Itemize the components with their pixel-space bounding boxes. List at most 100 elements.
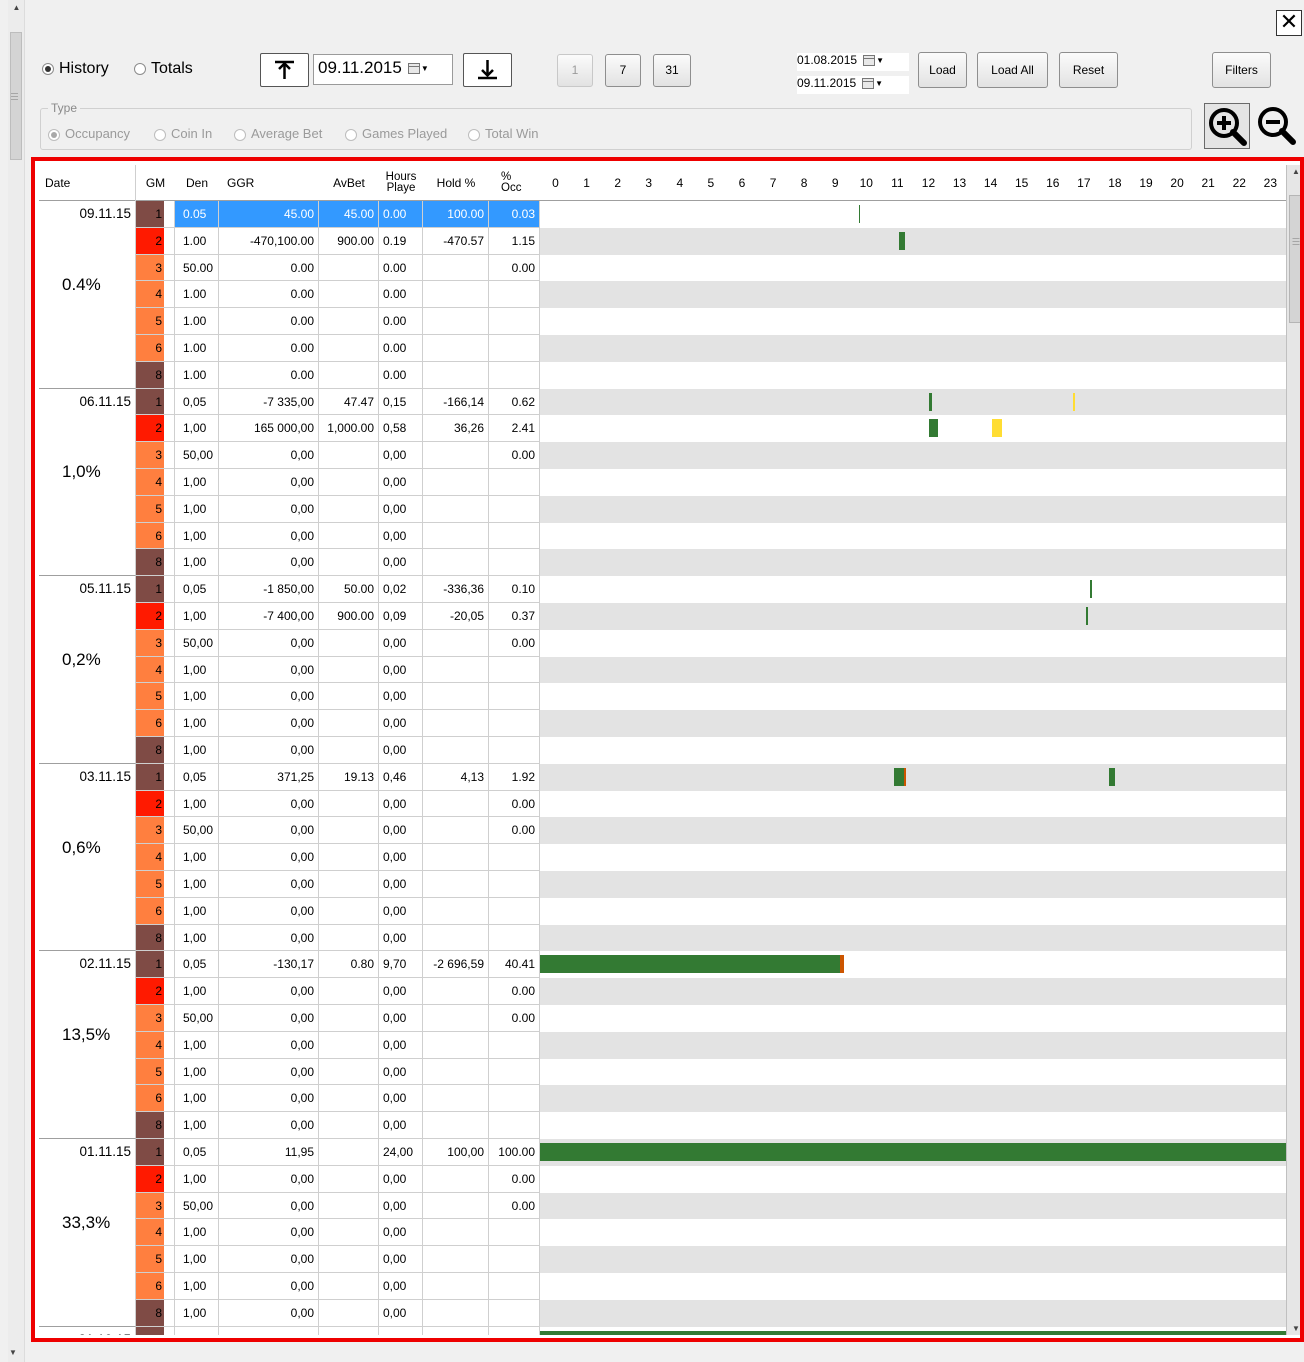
table-row[interactable]: 8 1,00 0,00 0,00: [39, 1112, 1286, 1139]
date-group-cell[interactable]: 06.11.15 1,0%: [39, 388, 136, 577]
den-cell[interactable]: 1,00: [175, 415, 219, 443]
gm-cell[interactable]: 2: [136, 978, 175, 1005]
den-cell[interactable]: 1,00: [175, 1246, 219, 1273]
occ-cell[interactable]: 2.41: [489, 415, 540, 443]
header-den[interactable]: Den: [175, 165, 219, 201]
table-row[interactable]: 2 1,00 0,00 0,00 0.00: [39, 978, 1286, 1005]
occ-cell[interactable]: [489, 281, 540, 309]
scroll-down-arrow-icon[interactable]: ▼: [1287, 1324, 1300, 1333]
den-cell[interactable]: 1,00: [175, 1219, 219, 1247]
gm-cell[interactable]: 5: [136, 871, 175, 898]
table-row[interactable]: 1 0.05 45.00 45.00 0.00 100.00 0.03: [39, 201, 1286, 228]
hours-played-cell[interactable]: 0,00: [379, 897, 423, 925]
gm-cell[interactable]: 6: [136, 1273, 175, 1300]
gm-cell[interactable]: 1: [136, 201, 175, 228]
gm-cell[interactable]: 6: [136, 897, 175, 925]
hold-cell[interactable]: [423, 361, 489, 389]
hours-played-cell[interactable]: 0.00: [379, 335, 423, 362]
type-total-win-radio[interactable]: Total Win: [468, 126, 538, 141]
hold-cell[interactable]: [423, 790, 489, 818]
date-group-cell[interactable]: 01.11.15 33,3%: [39, 1139, 136, 1327]
ggr-cell[interactable]: 0,00: [219, 844, 319, 871]
avbet-cell[interactable]: [319, 737, 379, 764]
ggr-cell[interactable]: 0.00: [219, 254, 319, 282]
gm-cell[interactable]: 5: [136, 495, 175, 523]
hold-cell[interactable]: [423, 335, 489, 362]
hold-cell[interactable]: [423, 254, 489, 282]
avbet-cell[interactable]: [319, 522, 379, 550]
range-from-picker[interactable]: 01.08.2015 ▼: [797, 53, 909, 71]
avbet-cell[interactable]: [319, 924, 379, 952]
hours-played-cell[interactable]: 0,00: [379, 495, 423, 523]
ggr-cell[interactable]: 0.00: [219, 361, 319, 389]
hours-played-cell[interactable]: 0.19: [379, 227, 423, 255]
table-row[interactable]: 5 1,00 0,00 0,00: [39, 683, 1286, 711]
hold-cell[interactable]: [423, 469, 489, 496]
scroll-up-arrow-icon[interactable]: ▲: [8, 0, 25, 16]
table-row[interactable]: 1 0,05 -7 335,00 47.47 0,15 -166,14 0.62: [39, 388, 1286, 416]
den-cell[interactable]: 1,00: [175, 897, 219, 925]
occ-cell[interactable]: 0.00: [489, 1165, 540, 1193]
den-cell[interactable]: 1,00: [175, 1165, 219, 1193]
hold-cell[interactable]: [423, 549, 489, 577]
ggr-cell[interactable]: -7 400,00: [219, 603, 319, 630]
hours-played-cell[interactable]: 0,00: [379, 1192, 423, 1220]
hold-cell[interactable]: [423, 924, 489, 952]
occ-cell[interactable]: [489, 924, 540, 952]
ggr-cell[interactable]: 0,00: [219, 1299, 319, 1327]
zoom-out-button[interactable]: [1254, 103, 1300, 149]
header-hours-played[interactable]: Hours Playe: [379, 165, 423, 201]
scroll-up-arrow-icon[interactable]: ▲: [1287, 167, 1300, 176]
hold-cell[interactable]: [423, 1165, 489, 1193]
header-date[interactable]: Date: [39, 165, 136, 201]
hours-played-cell[interactable]: 0,58: [379, 415, 423, 443]
hours-played-cell[interactable]: 0,00: [379, 1058, 423, 1086]
gm-cell[interactable]: 1: [136, 763, 175, 791]
den-cell[interactable]: 0,05: [175, 951, 219, 979]
ggr-cell[interactable]: 0,00: [219, 495, 319, 523]
avbet-cell[interactable]: [319, 1058, 379, 1086]
table-row[interactable]: 8 1,00 0,00 0,00: [39, 737, 1286, 764]
den-cell[interactable]: 1,00: [175, 603, 219, 630]
hours-played-cell[interactable]: 0,00: [379, 924, 423, 952]
den-cell[interactable]: 1,00: [175, 1085, 219, 1113]
date-group-cell[interactable]: 05.11.15 0,2%: [39, 576, 136, 764]
hours-played-cell[interactable]: 0.00: [379, 361, 423, 389]
ggr-cell[interactable]: 0,00: [219, 1085, 319, 1113]
header-occ[interactable]: % Occ: [489, 165, 540, 201]
ggr-cell[interactable]: 0,00: [219, 1273, 319, 1300]
table-row[interactable]: 4 1,00 0,00 0,00: [39, 844, 1286, 871]
avbet-cell[interactable]: [319, 335, 379, 362]
hold-cell[interactable]: [423, 281, 489, 309]
table-row[interactable]: 5 1,00 0,00 0,00: [39, 1246, 1286, 1273]
gm-cell[interactable]: 4: [136, 281, 175, 309]
table-row[interactable]: 4 1,00 0,00 0,00: [39, 1219, 1286, 1247]
occ-cell[interactable]: 40.41: [489, 951, 540, 979]
avbet-cell[interactable]: [319, 1246, 379, 1273]
hours-played-cell[interactable]: 0,00: [379, 629, 423, 657]
table-row[interactable]: 3 50,00 0,00 0,00 0.00: [39, 1005, 1286, 1032]
den-cell[interactable]: 1,00: [175, 978, 219, 1005]
header-hold[interactable]: Hold %: [423, 165, 489, 201]
date-group-cell[interactable]: 03.11.15 0,6%: [39, 763, 136, 952]
ggr-cell[interactable]: 0,00: [219, 1005, 319, 1032]
den-cell[interactable]: 1,00: [175, 1299, 219, 1327]
hours-played-cell[interactable]: 0,00: [379, 978, 423, 1005]
one-day-button[interactable]: 1: [557, 54, 593, 87]
hold-cell[interactable]: -470.57: [423, 227, 489, 255]
hold-cell[interactable]: [423, 817, 489, 845]
den-cell[interactable]: 1,00: [175, 1112, 219, 1139]
occ-cell[interactable]: [489, 844, 540, 871]
gm-cell[interactable]: 3: [136, 817, 175, 845]
history-radio[interactable]: History: [42, 60, 109, 78]
scroll-to-bottom-button[interactable]: [463, 53, 512, 87]
hold-cell[interactable]: [423, 1085, 489, 1113]
avbet-cell[interactable]: [319, 844, 379, 871]
table-row[interactable]: 8 1,00 0,00 0,00: [39, 924, 1286, 952]
type-occupancy-radio[interactable]: Occupancy: [48, 126, 130, 141]
occ-cell[interactable]: [489, 308, 540, 335]
gm-cell[interactable]: 4: [136, 1031, 175, 1059]
ggr-cell[interactable]: 0.00: [219, 335, 319, 362]
hold-cell[interactable]: -2 696,59: [423, 951, 489, 979]
ggr-cell[interactable]: 11,95: [219, 1139, 319, 1166]
